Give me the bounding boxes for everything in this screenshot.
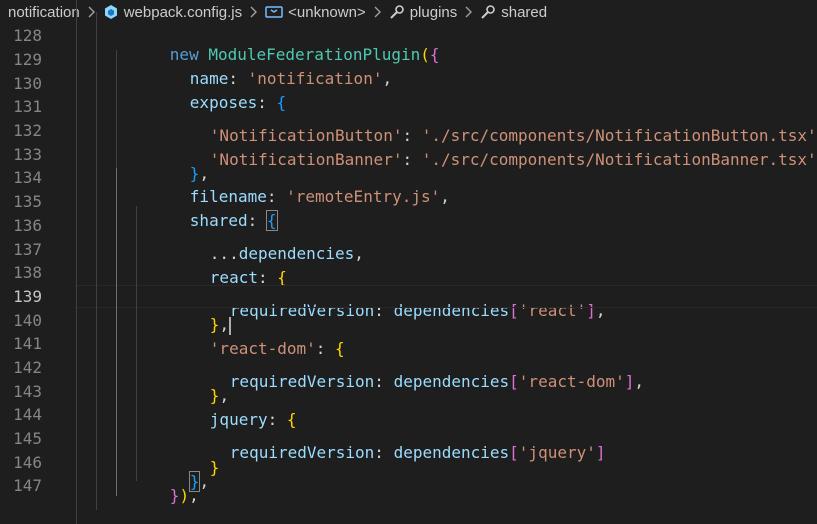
line-number: 129 — [0, 50, 42, 69]
line-number: 136 — [0, 216, 42, 235]
line-number: 130 — [0, 74, 42, 93]
line-number: 137 — [0, 240, 42, 259]
indent-guide — [76, 448, 77, 524]
line-number: 141 — [0, 334, 42, 353]
line-number: 135 — [0, 192, 42, 211]
line-code[interactable]: }), — [42, 448, 199, 524]
wrench-icon — [480, 4, 496, 20]
line-number: 146 — [0, 453, 42, 472]
line-number: 145 — [0, 429, 42, 448]
line-number: 139 — [0, 287, 42, 306]
line-number: 142 — [0, 358, 42, 377]
code-punctuation: , — [189, 486, 199, 505]
line-number: 131 — [0, 97, 42, 116]
line-number: 134 — [0, 168, 42, 187]
line-number: 132 — [0, 121, 42, 140]
line-number: 128 — [0, 26, 42, 45]
breadcrumb-item-shared[interactable]: shared — [480, 4, 547, 21]
line-number: 143 — [0, 382, 42, 401]
line-number: 138 — [0, 263, 42, 282]
code-editor[interactable]: 128 new ModuleFederationPlugin({ 129 nam… — [0, 24, 817, 508]
line-number: 147 — [0, 476, 42, 495]
code-line[interactable]: 147 }), — [0, 474, 817, 498]
breadcrumb-shared-label: shared — [501, 4, 547, 21]
line-number: 144 — [0, 405, 42, 424]
code-bracket: } — [170, 486, 180, 505]
line-number: 133 — [0, 145, 42, 164]
line-number: 140 — [0, 311, 42, 330]
code-bracket: ) — [179, 486, 189, 505]
chevron-right-icon — [464, 6, 473, 18]
